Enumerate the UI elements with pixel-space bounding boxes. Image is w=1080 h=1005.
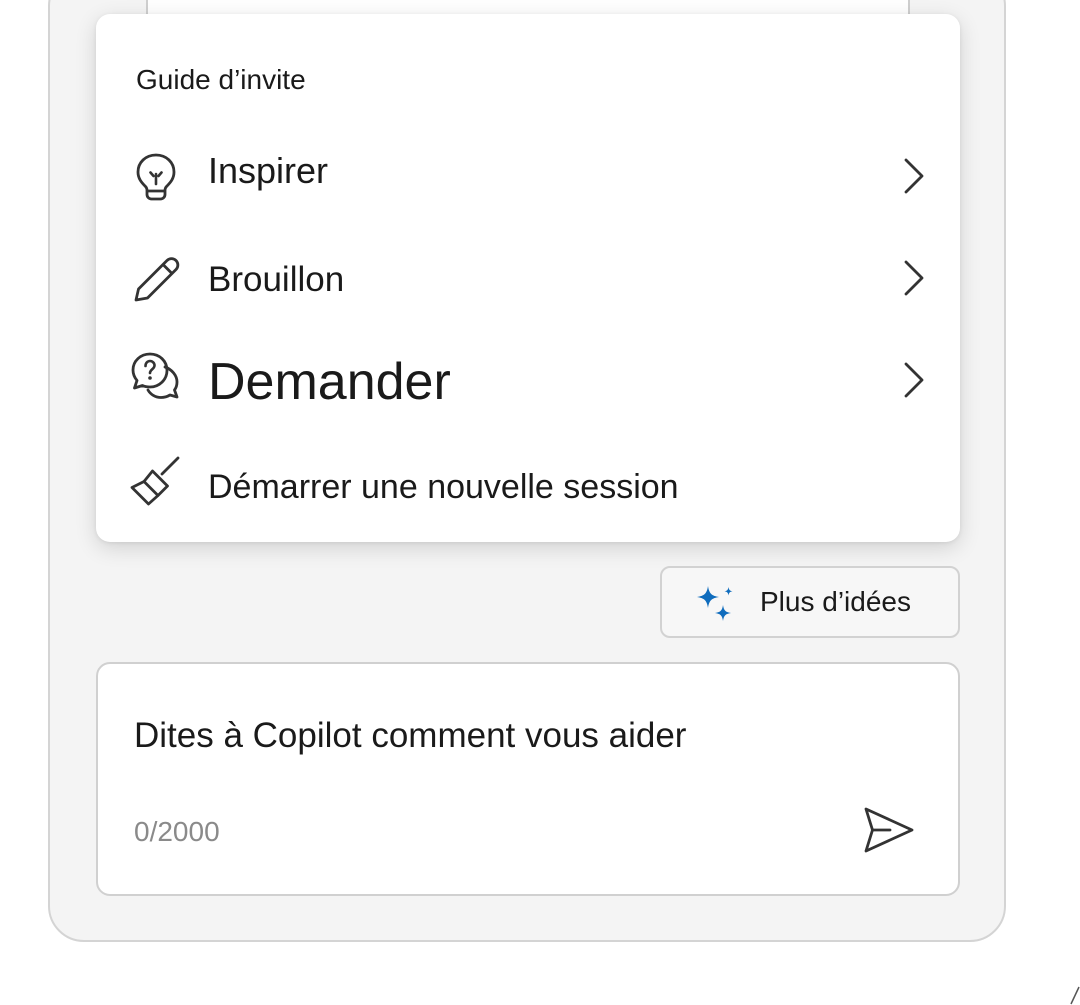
question-chat-icon [131, 352, 179, 399]
menu-item-demander[interactable]: Demander [96, 332, 960, 422]
sparkle-icon [697, 586, 733, 621]
menu-item-label: Démarrer une nouvelle session [208, 468, 679, 506]
menu-item-new-session[interactable]: Démarrer une nouvelle session [96, 440, 960, 530]
chevron-right-icon [904, 362, 924, 398]
chat-composer: 0/2000 [96, 662, 960, 896]
character-counter: 0/2000 [134, 816, 220, 847]
more-ideas-button[interactable]: Plus d’idées [660, 566, 960, 638]
menu-item-label: Brouillon [208, 260, 345, 299]
chevron-right-icon [904, 158, 924, 194]
chevron-right-icon [904, 260, 924, 296]
menu-title: Guide d’invite [136, 64, 306, 95]
lightbulb-icon [136, 153, 176, 201]
send-icon[interactable] [860, 802, 916, 858]
menu-item-label: Demander [208, 353, 451, 411]
prompt-guide-menu: Guide d’invite Inspirer Brouillon Demand… [96, 14, 960, 542]
menu-item-label: Inspirer [208, 150, 329, 191]
window-resize-edge [1070, 986, 1080, 1005]
menu-item-inspirer[interactable]: Inspirer [96, 130, 960, 220]
more-ideas-label: Plus d’idées [760, 586, 911, 617]
broom-icon [130, 456, 180, 506]
pencil-icon [134, 257, 180, 302]
prompt-input[interactable] [134, 716, 834, 756]
menu-item-brouillon[interactable]: Brouillon [96, 234, 960, 324]
